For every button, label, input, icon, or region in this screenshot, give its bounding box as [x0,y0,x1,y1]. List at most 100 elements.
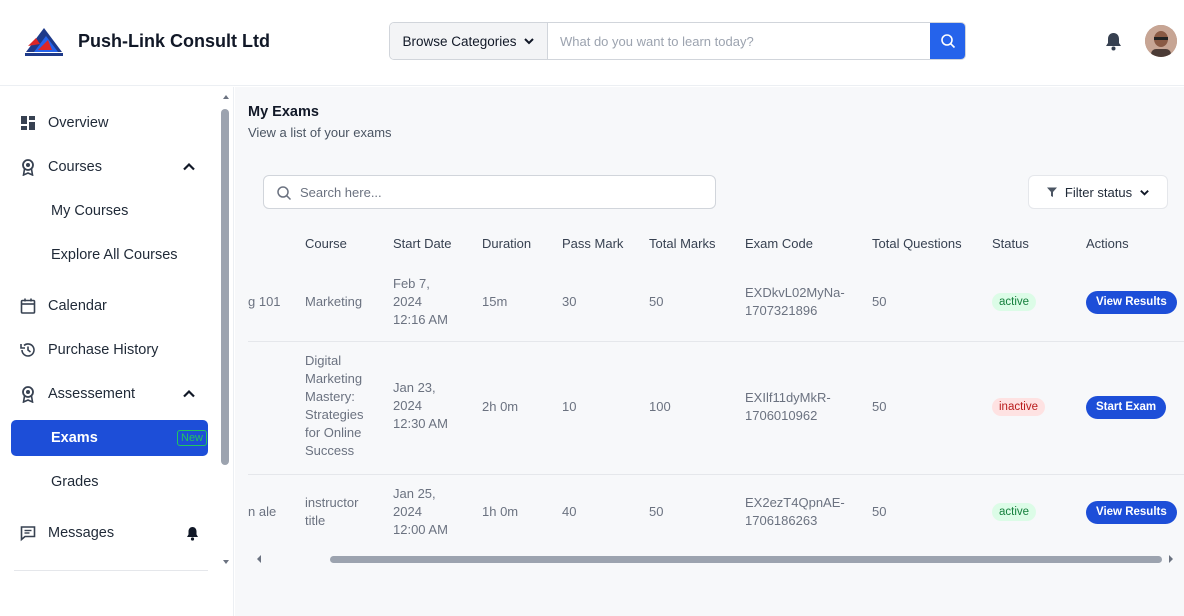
course-search-input[interactable] [548,23,930,59]
view-results-button[interactable]: View Results [1086,291,1177,314]
exam-code-cell: 1706010962 [745,408,818,423]
duration-cell: 1h 0m [482,504,519,519]
view-results-button[interactable]: View Results [1086,501,1177,524]
new-badge: New [177,430,208,446]
exam-code-cell: 1706186263 [745,513,818,528]
sidebar-item-explore-courses[interactable]: Explore All Courses [0,238,220,272]
exam-code-cell: EXDkvL02MyNa- [745,285,845,300]
sidebar-item-label: Calendar [48,298,107,314]
exam-code-cell: EX2ezT4QpnAE- [745,495,845,510]
course-cell: Mastery: [305,389,355,404]
start-exam-button[interactable]: Start Exam [1086,396,1167,419]
browse-categories-dropdown[interactable]: Browse Categories [390,23,548,59]
course-cell: Success [305,443,355,458]
search-icon [940,34,955,49]
company-logo[interactable] [22,22,66,60]
exam-search-box [263,175,716,209]
notification-bell-icon[interactable] [1104,31,1123,51]
column-header-total-marks: Total Marks [649,236,716,251]
column-header-duration: Duration [482,236,532,251]
search-button[interactable] [930,23,965,59]
course-cell: Marketing [305,294,363,309]
sidebar-item-label: Assessement [48,386,136,402]
total-marks-cell: 50 [649,294,664,309]
sidebar-item-label: Purchase History [48,342,159,358]
course-cell: title [305,513,326,528]
sidebar-item-label: Grades [51,474,99,490]
total-marks-cell: 50 [649,504,664,519]
start-date-cell: Jan 25, [393,486,436,501]
message-icon [20,526,36,542]
sidebar-item-messages[interactable]: Messages [0,515,220,551]
exam-name-cell: g 101 [248,294,281,309]
start-date-cell: 12:30 AM [393,416,448,431]
duration-cell: 2h 0m [482,399,519,414]
start-date-cell: 2024 [393,398,422,413]
exams-table: Course Start Date Duration Pass Mark Tot… [248,224,1184,554]
chevron-down-icon [1140,189,1149,196]
status-badge: active [992,503,1037,521]
course-cell: Digital [305,353,342,368]
pass-mark-cell: 30 [562,294,577,309]
row-divider [248,474,1184,475]
sidebar-item-purchase-history[interactable]: Purchase History [0,332,220,368]
pass-mark-cell: 40 [562,504,577,519]
calendar-icon [20,298,36,314]
exam-code-cell: 1707321896 [745,303,818,318]
start-date-cell: 12:00 AM [393,522,448,537]
award-icon [22,159,34,176]
start-date-cell: 12:16 AM [393,312,448,327]
column-header-pass-mark: Pass Mark [562,236,624,251]
filter-status-button[interactable]: Filter status [1028,175,1168,209]
column-header-start-date: Start Date [393,236,452,251]
sidebar-item-grades[interactable]: Grades [0,465,220,499]
award-icon [22,386,34,403]
page-title: My Exams [248,104,319,120]
column-header-actions: Actions [1086,236,1129,251]
start-date-cell: 2024 [393,504,422,519]
main-content: My Exams View a list of your exams Filte… [235,87,1184,616]
top-header: Push-Link Consult Ltd Browse Categories [0,0,1184,86]
exam-code-cell: EXIlf11dyMkR- [745,390,831,405]
sidebar-item-exams[interactable]: Exams New [11,420,208,456]
sidebar-item-calendar[interactable]: Calendar [0,288,220,324]
sidebar-item-courses[interactable]: Courses [0,149,220,185]
search-icon [277,186,292,201]
brand-name[interactable]: Push-Link Consult Ltd [78,31,270,52]
browse-categories-label: Browse Categories [402,33,517,49]
total-questions-cell: 50 [872,504,887,519]
start-date-cell: Jan 23, [393,380,436,395]
sidebar-scrollbar-thumb[interactable] [221,109,229,465]
filter-icon [1046,187,1057,197]
table-scrollbar-thumb[interactable] [330,556,1162,563]
row-divider [248,341,1184,342]
filter-status-label: Filter status [1064,184,1133,200]
history-icon [20,343,35,357]
course-cell: Marketing [305,371,363,386]
chevron-up-icon[interactable] [182,160,196,174]
course-cell: instructor [305,495,359,510]
sidebar-item-my-courses[interactable]: My Courses [0,194,220,228]
sidebar-item-label: My Courses [51,203,129,219]
sidebar-item-label: Explore All Courses [51,247,178,263]
total-marks-cell: 100 [649,399,671,414]
column-header-exam-code: Exam Code [745,236,813,251]
user-avatar[interactable] [1145,25,1177,57]
top-search-bar: Browse Categories [389,22,966,60]
course-cell: for Online [305,425,362,440]
exam-name-cell: n ale [248,504,277,519]
status-badge: active [992,293,1037,311]
chevron-down-icon [523,38,534,45]
sidebar-item-assessment[interactable]: Assessement [0,376,220,412]
sidebar-item-label: Exams [51,430,98,446]
exam-search-input[interactable] [300,177,700,207]
pass-mark-cell: 10 [562,399,577,414]
sidebar-item-overview[interactable]: Overview [0,105,220,141]
total-questions-cell: 50 [872,294,887,309]
column-header-course: Course [305,236,347,251]
sidebar: Overview Courses My Courses Explore All … [0,87,234,616]
chevron-up-icon[interactable] [182,387,196,401]
start-date-cell: Feb 7, [393,276,430,291]
sidebar-item-label: Courses [48,159,102,175]
duration-cell: 15m [482,294,508,309]
